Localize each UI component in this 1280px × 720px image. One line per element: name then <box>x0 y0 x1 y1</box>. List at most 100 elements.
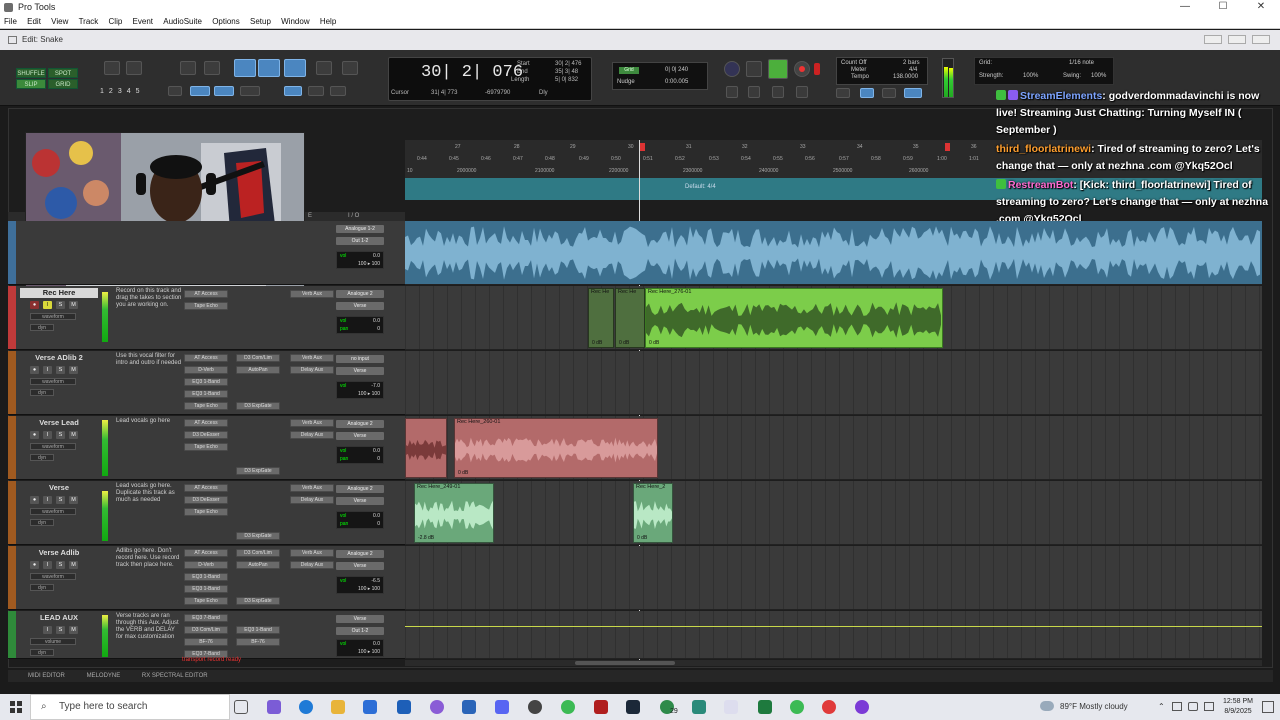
insert-slot[interactable]: AutoPan <box>236 366 280 374</box>
insert-slot[interactable]: D-Verb <box>184 561 228 569</box>
track-output-selector[interactable]: Verse <box>336 367 384 375</box>
track-view-selector[interactable]: waveform <box>30 508 76 515</box>
send-slot[interactable]: Verb Aux <box>290 484 334 492</box>
edge-browser-icon[interactable] <box>299 700 313 714</box>
track-output-selector[interactable]: Verse <box>336 562 384 570</box>
spot-mode-button[interactable]: SPOT <box>48 68 78 78</box>
file-explorer-icon[interactable] <box>331 700 345 714</box>
track-view-selector[interactable]: waveform <box>30 313 76 320</box>
audio-clip[interactable] <box>405 418 447 478</box>
track-playlist[interactable]: Rec He 0 dB Rec He 0 dB Rec Here_276-01 0 … <box>405 286 1262 350</box>
zoom-preset-2[interactable]: 2 <box>109 88 118 95</box>
insert-slot[interactable]: EQ3 1-Band <box>236 626 280 634</box>
zoom-preset-1[interactable]: 1 <box>100 88 109 95</box>
track-comment[interactable]: Lead vocals go here <box>116 418 182 425</box>
meter-value[interactable]: 4/4 <box>909 67 917 73</box>
track-header[interactable]: Rec Here ● I S M waveform dyn Record on … <box>8 286 405 350</box>
clock[interactable]: 12:58 PM 8/9/2025 <box>1218 697 1258 717</box>
discord-icon[interactable] <box>495 700 509 714</box>
tempo-value[interactable]: 138.0000 <box>893 74 918 80</box>
grid-nudge-box[interactable]: Grid 0| 0| 240 Nudge 0:00.005 <box>612 62 708 90</box>
zoomer-tool-icon[interactable] <box>204 61 220 75</box>
track-view-selector[interactable]: volume <box>30 638 76 645</box>
track-name[interactable]: LEAD AUX <box>20 613 98 623</box>
pencil-tool-icon[interactable] <box>342 61 358 75</box>
scrubber-tool-icon[interactable] <box>316 61 332 75</box>
solo-button[interactable]: S <box>56 366 65 374</box>
menu-audiosuite[interactable]: AudioSuite <box>159 14 206 29</box>
automation-selector[interactable]: dyn <box>30 649 54 656</box>
audio-clip[interactable]: Rec He 0 dB <box>588 288 614 348</box>
copilot-icon[interactable] <box>267 700 281 714</box>
track-view-selector[interactable]: waveform <box>30 378 76 385</box>
minimize-button[interactable]: — <box>1166 0 1204 14</box>
volume-pan-box[interactable]: vol 0.0 pan 0 <box>336 511 384 529</box>
track-comment[interactable]: Lead vocals go here. Duplicate this trac… <box>116 483 182 504</box>
menu-setup[interactable]: Setup <box>246 14 275 29</box>
fast-forward-icon[interactable] <box>772 86 784 98</box>
insert-slot[interactable]: D3 ExpGate <box>236 467 280 475</box>
tempo-meter-box[interactable]: Count Off 2 bars Meter 4/4 Tempo 138.000… <box>836 57 928 85</box>
insert-slot[interactable]: Tape Echo <box>184 597 228 605</box>
app-icon[interactable] <box>462 700 476 714</box>
chrome-icon[interactable] <box>561 700 575 714</box>
automation-selector[interactable]: dyn <box>30 324 54 331</box>
insert-slot[interactable]: D3 Com/Lim <box>184 626 228 634</box>
record-enable-button[interactable]: ● <box>30 496 39 504</box>
tray-chevron-icon[interactable]: ⌃ <box>1158 702 1165 711</box>
excel-icon[interactable] <box>758 700 772 714</box>
track-playlist[interactable] <box>405 611 1262 659</box>
track-input-selector[interactable]: Analogue 1-2 <box>336 225 384 233</box>
insert-slot[interactable]: EQ3 7-Band <box>184 614 228 622</box>
midi-merge-icon[interactable] <box>882 88 896 98</box>
input-monitor-button[interactable]: I <box>43 366 52 374</box>
zoom-preset-3[interactable]: 3 <box>118 88 127 95</box>
track-name[interactable]: Verse Adlib <box>20 548 98 558</box>
insert-slot[interactable]: D3 Com/Lim <box>236 354 280 362</box>
track-input-selector[interactable]: Analogue 2 <box>336 485 384 493</box>
insert-slot[interactable]: BF-76 <box>236 638 280 646</box>
menu-help[interactable]: Help <box>316 14 340 29</box>
record-enable-button[interactable]: ● <box>30 561 39 569</box>
conductor-icon[interactable] <box>904 88 922 98</box>
audio-clip[interactable]: Rec Here_260-01 0 dB <box>454 418 658 478</box>
insert-slot[interactable]: D-Verb <box>184 366 228 374</box>
input-monitor-button[interactable]: I <box>43 301 52 309</box>
grid-pill[interactable]: Grid <box>619 67 639 74</box>
insert-slot[interactable]: Tape Echo <box>184 443 228 451</box>
track-header[interactable]: LEAD AUX I S M volume dyn Verse tracks a… <box>8 611 405 659</box>
nudge-back-icon[interactable] <box>168 86 182 96</box>
volume-pan-box[interactable]: vol -6.5 100 ▸ 100 <box>336 576 384 594</box>
chrome-icon[interactable] <box>790 700 804 714</box>
insert-slot[interactable]: D3 DeEsser <box>184 496 228 504</box>
track-name[interactable]: Verse <box>20 483 98 493</box>
menu-options[interactable]: Options <box>208 14 244 29</box>
insert-slot[interactable]: Tape Echo <box>184 508 228 516</box>
insert-slot[interactable]: AT Access <box>184 290 228 298</box>
audio-clip[interactable]: Rec He 0 dB <box>615 288 645 348</box>
insert-slot[interactable]: AT Access <box>184 354 228 362</box>
send-slot[interactable]: Verb Aux <box>290 354 334 362</box>
maximize-button[interactable]: ☐ <box>1204 0 1242 14</box>
menu-file[interactable]: File <box>0 14 21 29</box>
mute-button[interactable]: M <box>69 561 78 569</box>
network-icon[interactable] <box>1172 702 1182 711</box>
melodyne-tab[interactable]: MELODYNE <box>87 673 121 679</box>
track-name[interactable]: Rec Here <box>20 288 98 298</box>
end-value[interactable]: 35| 3| 48 <box>555 69 578 75</box>
midi-editor-tab[interactable]: MIDI EDITOR <box>28 673 65 679</box>
volume-pan-box[interactable]: vol 0.0 100 ▸ 100 <box>336 251 384 269</box>
send-slot[interactable]: Delay Aux <box>290 496 334 504</box>
grid-note-value[interactable]: 1/16 note <box>1069 60 1094 66</box>
insert-slot[interactable]: EQ3 1-Band <box>184 378 228 386</box>
insert-slot[interactable]: BF-76 <box>184 638 228 646</box>
volume-pan-box[interactable]: vol 0.0 pan 0 <box>336 316 384 334</box>
record-enable-button[interactable]: ● <box>30 431 39 439</box>
scrollbar-thumb[interactable] <box>575 661 675 665</box>
track-playlist[interactable]: Rec Here_249-01 -2.8 dB Rec Here_2 0 dB <box>405 481 1262 545</box>
volume-pan-box[interactable]: vol 0.0 100 ▸ 100 <box>336 639 384 657</box>
track-output-selector[interactable]: Out 1-2 <box>336 627 384 635</box>
record-enable-button[interactable]: ● <box>30 366 39 374</box>
slip-mode-button[interactable]: SLIP <box>16 79 46 89</box>
track-name[interactable]: Verse ADlib 2 <box>20 353 98 363</box>
